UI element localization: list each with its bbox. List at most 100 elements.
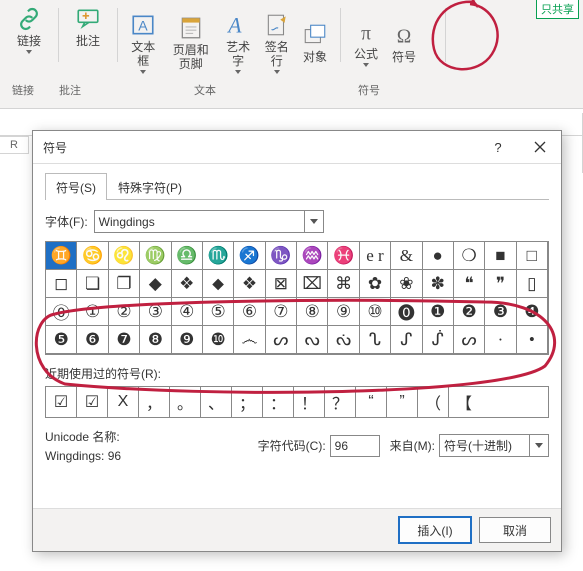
symbol-cell[interactable]: ① bbox=[76, 297, 108, 326]
recent-cell[interactable]: ； bbox=[232, 387, 263, 417]
symbol-cell[interactable]: ♌ bbox=[108, 241, 140, 270]
symbol-cell[interactable]: ⓿ bbox=[390, 297, 422, 326]
signature-button[interactable]: 签名行 bbox=[257, 8, 296, 78]
symbol-cell[interactable]: ♑ bbox=[265, 241, 297, 270]
symbol-cell[interactable]: ⓪ bbox=[45, 297, 77, 326]
recent-cell[interactable]: 、 bbox=[201, 387, 232, 417]
recent-cell[interactable]: Χ bbox=[108, 387, 139, 417]
symbol-cell[interactable]: ● bbox=[422, 241, 454, 270]
symbol-cell[interactable]: ⑥ bbox=[233, 297, 265, 326]
textbox-button[interactable]: A 文本框 bbox=[124, 8, 163, 78]
recent-cell[interactable]: （ bbox=[418, 387, 449, 417]
symbol-cell[interactable]: ◆ bbox=[139, 269, 171, 298]
symbol-cell[interactable]: ♎ bbox=[171, 241, 203, 270]
symbol-cell[interactable]: ■ bbox=[484, 241, 516, 270]
share-tag[interactable]: 只共享 bbox=[536, 0, 579, 19]
wordart-button[interactable]: A 艺术字 bbox=[219, 8, 258, 78]
symbol-cell[interactable]: ᔔ bbox=[327, 325, 359, 354]
tab-symbol[interactable]: 符号(S) bbox=[45, 173, 107, 200]
symbol-cell[interactable]: ⊠ bbox=[265, 269, 297, 298]
help-button[interactable]: ? bbox=[477, 131, 519, 163]
symbol-cell[interactable]: ⑧ bbox=[296, 297, 328, 326]
symbol-cell[interactable]: ᔐ bbox=[359, 325, 391, 354]
symbol-cell[interactable]: ✿ bbox=[359, 269, 391, 298]
symbol-cell[interactable]: ᔑ bbox=[390, 325, 422, 354]
equation-button[interactable]: π 公式 bbox=[347, 15, 385, 71]
symbol-cell[interactable]: ❷ bbox=[453, 297, 485, 326]
recent-cell[interactable]: ， bbox=[139, 387, 170, 417]
close-button[interactable] bbox=[519, 131, 561, 163]
symbol-cell[interactable]: ❐ bbox=[108, 269, 140, 298]
symbol-cell[interactable]: ♋ bbox=[76, 241, 108, 270]
symbol-cell[interactable]: ᔓ bbox=[296, 325, 328, 354]
recent-cell[interactable]: “ bbox=[356, 387, 387, 417]
symbol-cell[interactable]: · bbox=[484, 325, 516, 354]
recent-cell[interactable]: ☑ bbox=[77, 387, 108, 417]
symbol-cell[interactable]: & bbox=[390, 241, 422, 270]
symbol-cell[interactable]: ❀ bbox=[390, 269, 422, 298]
symbol-cell[interactable]: ❖ bbox=[233, 269, 265, 298]
symbol-cell[interactable]: ⬥ bbox=[202, 269, 234, 298]
symbol-cell[interactable]: ⑩ bbox=[359, 297, 391, 326]
recent-cell[interactable]: 【 bbox=[449, 387, 479, 417]
symbol-cell[interactable]: ⑦ bbox=[265, 297, 297, 326]
symbol-cell[interactable]: ❽ bbox=[139, 325, 171, 354]
symbol-cell[interactable]: ❿ bbox=[202, 325, 234, 354]
symbol-cell[interactable]: ② bbox=[108, 297, 140, 326]
tab-special[interactable]: 特殊字符(P) bbox=[107, 173, 193, 200]
symbol-cell[interactable]: ❖ bbox=[171, 269, 203, 298]
symbol-cell[interactable]: ❏ bbox=[76, 269, 108, 298]
symbol-cell[interactable]: ❝ bbox=[453, 269, 485, 298]
symbol-cell[interactable]: ᔕ bbox=[453, 325, 485, 354]
symbol-cell[interactable]: ❺ bbox=[45, 325, 77, 354]
symbol-cell[interactable]: ᔒ bbox=[422, 325, 454, 354]
symbol-cell[interactable]: ⑨ bbox=[327, 297, 359, 326]
symbol-cell[interactable]: ❻ bbox=[76, 325, 108, 354]
recent-cell[interactable]: ” bbox=[387, 387, 418, 417]
symbol-cell[interactable]: ◻ bbox=[45, 269, 77, 298]
recent-cell[interactable]: ？ bbox=[325, 387, 356, 417]
symbol-cell[interactable]: ♓ bbox=[327, 241, 359, 270]
symbol-cell[interactable]: ♊ bbox=[45, 241, 77, 270]
font-select[interactable]: Wingdings bbox=[94, 210, 324, 233]
symbol-button[interactable]: Ω 符号 bbox=[385, 18, 423, 68]
symbol-cell[interactable]: ♐ bbox=[233, 241, 265, 270]
cancel-button[interactable]: 取消 bbox=[479, 517, 551, 543]
symbol-cell[interactable]: ❹ bbox=[516, 297, 548, 326]
symbol-cell[interactable]: ⌘ bbox=[327, 269, 359, 298]
symbol-cell[interactable]: ▯ bbox=[516, 269, 548, 298]
object-button[interactable]: 对象 bbox=[296, 18, 334, 68]
recent-cell[interactable]: 。 bbox=[170, 387, 201, 417]
link-button[interactable]: 链接 bbox=[10, 2, 48, 58]
symbol-cell[interactable]: ෴ bbox=[233, 325, 265, 354]
symbol-cell[interactable]: ❾ bbox=[171, 325, 203, 354]
from-select[interactable]: 符号(十进制) bbox=[439, 434, 549, 457]
symbol-cell[interactable]: ⌧ bbox=[296, 269, 328, 298]
symbol-cell[interactable]: e r bbox=[359, 241, 391, 270]
symbol-cell[interactable]: ⑤ bbox=[202, 297, 234, 326]
symbol-grid[interactable]: ♊♋♌♍♎♏♐♑♒♓e r&●❍■□◻❏❐◆❖⬥❖⊠⌧⌘✿❀✽❝❞▯⓪①②③④⑤… bbox=[45, 241, 549, 355]
comment-button[interactable]: 批注 bbox=[69, 2, 107, 52]
symbol-cell[interactable]: ❍ bbox=[453, 241, 485, 270]
symbol-cell[interactable]: ❼ bbox=[108, 325, 140, 354]
charcode-input[interactable]: 96 bbox=[330, 435, 380, 457]
symbol-cell[interactable]: ❞ bbox=[484, 269, 516, 298]
headerfooter-button[interactable]: 页眉和页脚 bbox=[163, 11, 219, 75]
recent-cell[interactable]: ！ bbox=[294, 387, 325, 417]
column-header[interactable]: R bbox=[0, 136, 29, 154]
symbol-cell[interactable]: ❶ bbox=[422, 297, 454, 326]
symbol-cell[interactable]: □ bbox=[516, 241, 548, 270]
symbol-cell[interactable]: ♍ bbox=[139, 241, 171, 270]
recent-symbols[interactable]: ☑☑Χ，。、；：！？“”（【 bbox=[45, 386, 549, 418]
symbol-cell[interactable]: ④ bbox=[171, 297, 203, 326]
symbol-cell[interactable]: ✽ bbox=[422, 269, 454, 298]
symbol-cell[interactable]: ♏ bbox=[202, 241, 234, 270]
symbol-cell[interactable]: ③ bbox=[139, 297, 171, 326]
dialog-titlebar[interactable]: 符号 ? bbox=[33, 131, 561, 164]
recent-cell[interactable]: ： bbox=[263, 387, 294, 417]
symbol-cell[interactable]: ♒ bbox=[296, 241, 328, 270]
symbol-cell[interactable]: • bbox=[516, 325, 548, 354]
symbol-cell[interactable]: ❸ bbox=[484, 297, 516, 326]
insert-button[interactable]: 插入(I) bbox=[399, 517, 471, 543]
symbol-cell[interactable]: ᔕ bbox=[265, 325, 297, 354]
